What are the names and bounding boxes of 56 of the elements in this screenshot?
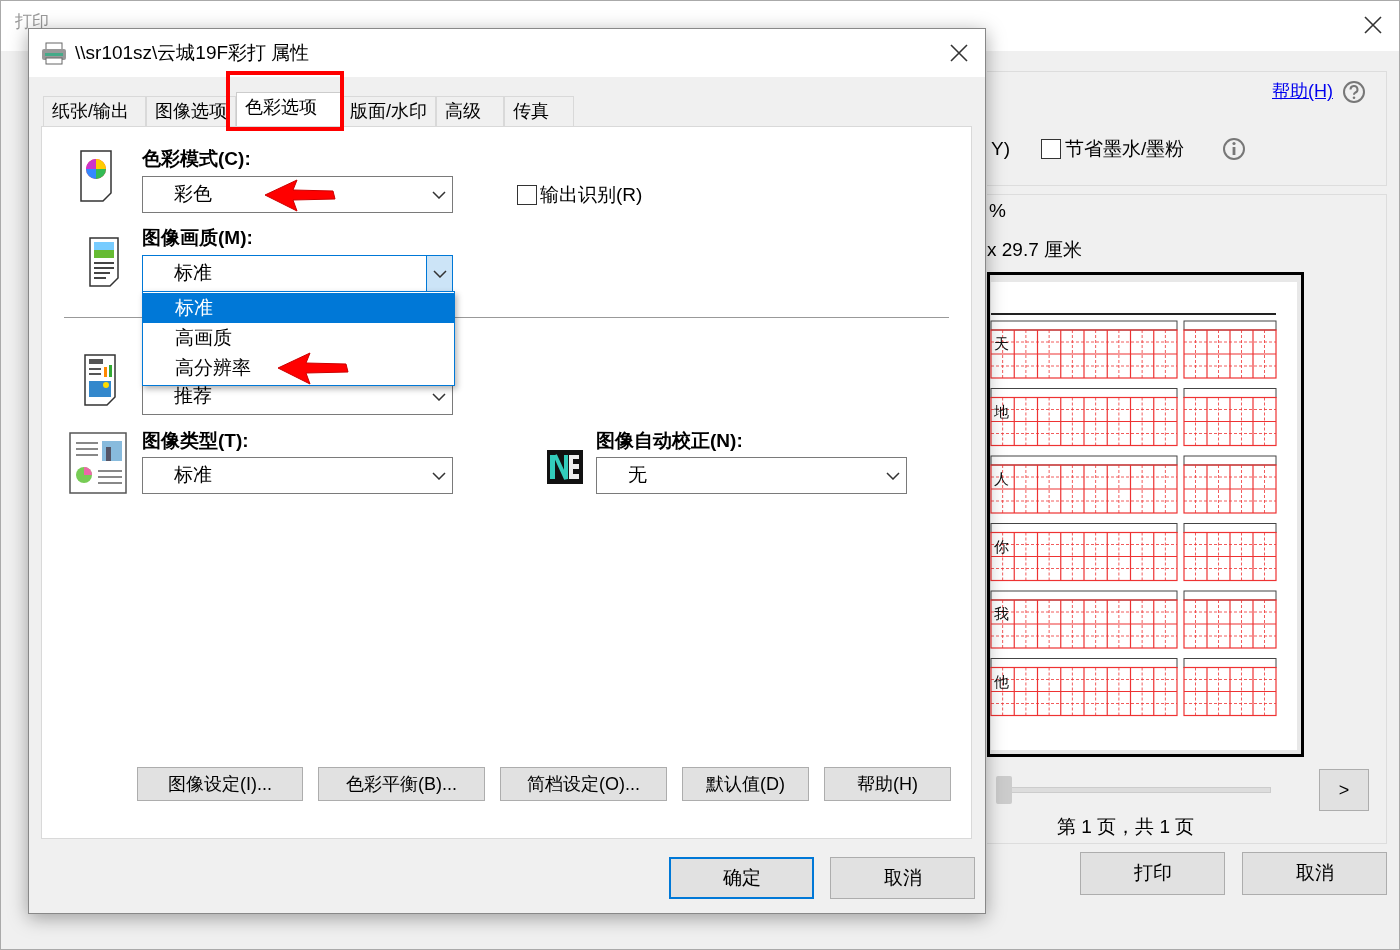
checkbox[interactable] (517, 185, 537, 206)
caret-icon (432, 190, 446, 199)
help-link[interactable]: 帮助(H) (1272, 78, 1333, 105)
field-label: 色彩模式(C): (142, 147, 252, 171)
ok-button[interactable]: 确定 (669, 857, 814, 899)
close-icon[interactable] (1363, 15, 1383, 35)
tab[interactable]: 高级 (436, 96, 504, 126)
tab[interactable]: 图像选项 (146, 96, 236, 126)
slider-thumb[interactable] (996, 776, 1012, 804)
dialog-button[interactable]: 图像设定(I)... (137, 767, 303, 801)
dropdown-option[interactable]: 标准 (143, 293, 454, 323)
field-label: 图像类型(T): (142, 429, 250, 453)
tab[interactable]: 色彩选项 (236, 92, 341, 126)
image-type-dropdown[interactable]: 标准 (142, 457, 453, 494)
close-icon[interactable] (949, 43, 969, 63)
dialog-button[interactable]: 打印 (1080, 852, 1225, 895)
cancel-button[interactable]: 取消 (830, 857, 975, 899)
chart-document-icon (81, 353, 119, 407)
practice-character: 人 (994, 470, 1009, 487)
next-page-button[interactable]: > (1319, 769, 1369, 811)
ne-icon (546, 449, 584, 485)
caret-icon (432, 471, 446, 480)
option-label: Y) (991, 137, 1011, 161)
tab[interactable]: 纸张/输出 (43, 96, 146, 126)
checkbox[interactable] (1041, 139, 1061, 160)
window-title: 打印 (15, 13, 49, 30)
tab[interactable]: 版面/水印 (341, 96, 436, 126)
printer-icon (41, 41, 67, 65)
color-wheel-icon (77, 149, 115, 203)
dropdown-option[interactable]: 高画质 (143, 323, 454, 353)
caret-icon (432, 392, 446, 401)
dialog-button[interactable]: 色彩平衡(B)... (318, 767, 485, 801)
dialog-button[interactable]: 默认值(D) (682, 767, 809, 801)
caret-icon (886, 471, 900, 480)
paper-size-label: x 29.7 厘米 (987, 237, 1084, 262)
tab[interactable]: 传真 (504, 96, 574, 126)
scale-label: % (989, 199, 1007, 223)
layout-document-icon (68, 431, 128, 495)
practice-character: 我 (994, 605, 1009, 622)
window-title: \\sr101sz\云城19F彩打 属性 (75, 40, 310, 65)
dialog-button[interactable]: 取消 (1242, 852, 1387, 895)
color-mode-dropdown[interactable]: 彩色 (142, 176, 453, 213)
auto-correction-dropdown[interactable]: 无 (596, 457, 907, 494)
help-icon[interactable] (1342, 79, 1366, 104)
slider[interactable] (996, 776, 1271, 804)
caret-icon (432, 269, 447, 278)
checkbox-label: 输出识别(R) (540, 183, 643, 207)
info-icon[interactable] (1222, 137, 1247, 162)
dialog-button[interactable]: 帮助(H) (824, 767, 951, 801)
picture-document-icon (86, 236, 122, 288)
dialog-button[interactable]: 简档设定(O)... (500, 767, 667, 801)
practice-character: 天 (994, 335, 1009, 352)
checkbox-label: 节省墨水/墨粉 (1065, 137, 1185, 161)
field-label: 图像画质(M): (142, 226, 254, 250)
field-label: 图像自动校正(N): (596, 429, 744, 453)
page-count-label: 第 1 页，共 1 页 (1057, 815, 1196, 839)
